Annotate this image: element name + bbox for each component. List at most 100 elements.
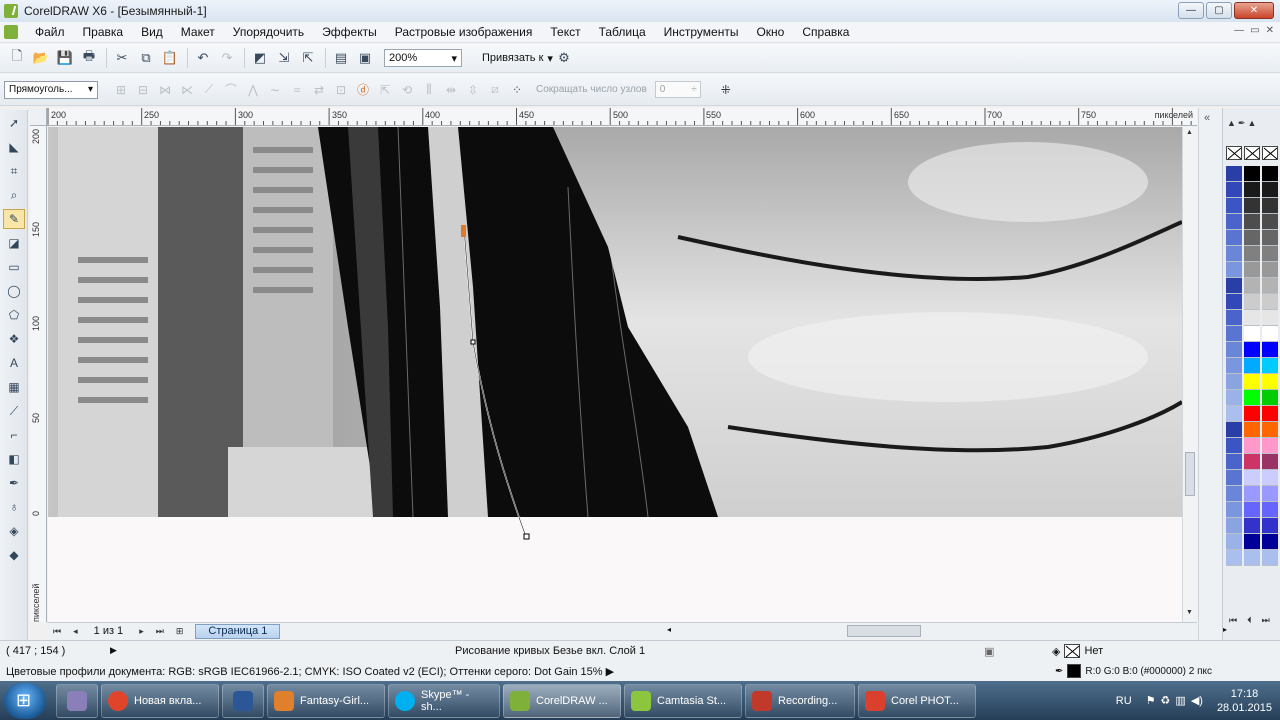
color-swatch[interactable]	[1226, 390, 1242, 406]
ruler-origin[interactable]	[30, 108, 47, 126]
taskbar-pinned-app[interactable]	[56, 683, 98, 718]
tray-network-icon[interactable]: ▥	[1175, 694, 1185, 707]
color-profiles-info[interactable]: Цветовые профили документа: RGB: sRGB IE…	[6, 665, 614, 678]
curve-node[interactable]	[470, 339, 476, 345]
menu-view[interactable]: Вид	[132, 25, 172, 39]
color-swatch[interactable]	[1244, 342, 1260, 358]
doc-restore-button[interactable]: ▭	[1250, 25, 1259, 36]
color-swatch[interactable]	[1244, 470, 1260, 486]
delete-node-icon[interactable]: ⊟	[132, 83, 154, 97]
color-swatch[interactable]	[1244, 310, 1260, 326]
color-swatch[interactable]	[1262, 486, 1278, 502]
basic-shapes-tool-icon[interactable]: ❖	[3, 329, 25, 349]
import-icon[interactable]: ⇲	[273, 47, 295, 69]
vertical-ruler[interactable]: 200 150 100 50 0 пикселей	[30, 126, 47, 622]
color-swatch[interactable]	[1226, 310, 1242, 326]
color-swatch[interactable]	[1244, 198, 1260, 214]
table-tool-icon[interactable]: ▦	[3, 377, 25, 397]
taskbar-app[interactable]: Recording...	[745, 683, 855, 718]
palette-first-icon[interactable]: ⏮	[1229, 615, 1237, 626]
scroll-left-icon[interactable]: ◂	[667, 625, 671, 634]
open-icon[interactable]: 📂	[30, 47, 52, 69]
break-curve-icon[interactable]: ⋉	[176, 83, 198, 97]
tray-flag-icon[interactable]: ⚑	[1146, 694, 1156, 707]
menu-table[interactable]: Таблица	[590, 25, 655, 39]
menu-text[interactable]: Текст	[541, 25, 589, 39]
color-swatch[interactable]	[1226, 262, 1242, 278]
zoom-tool-icon[interactable]: ⌕	[3, 185, 25, 205]
color-swatch[interactable]	[1262, 246, 1278, 262]
color-swatch[interactable]	[1262, 198, 1278, 214]
doc-minimize-button[interactable]: —	[1234, 25, 1244, 36]
color-swatch[interactable]	[1262, 278, 1278, 294]
color-swatch[interactable]	[1244, 486, 1260, 502]
palette-options-icon[interactable]: ▲	[1247, 118, 1256, 129]
color-swatch[interactable]	[1262, 454, 1278, 470]
color-swatch[interactable]	[1262, 294, 1278, 310]
color-swatch[interactable]	[1244, 534, 1260, 550]
expand-docker-icon[interactable]: «	[1204, 112, 1210, 124]
color-swatch[interactable]	[1262, 310, 1278, 326]
color-swatch[interactable]	[1244, 374, 1260, 390]
cusp-node-icon[interactable]: ⋀	[242, 83, 264, 97]
text-tool-icon[interactable]: A	[3, 353, 25, 373]
no-color-swatch[interactable]	[1262, 146, 1278, 160]
vertical-scrollbar[interactable]: ▲ ▼	[1182, 127, 1197, 622]
color-swatch[interactable]	[1244, 326, 1260, 342]
ellipse-tool-icon[interactable]: ◯	[3, 281, 25, 301]
close-button[interactable]: ✕	[1234, 2, 1274, 19]
reduce-nodes-input[interactable]: 0 ÷	[654, 81, 701, 98]
document-menu-icon[interactable]	[4, 25, 18, 39]
cut-icon[interactable]: ✂	[111, 47, 133, 69]
doc-close-button[interactable]: ✕	[1266, 25, 1274, 36]
color-swatch[interactable]	[1262, 406, 1278, 422]
taskbar-app[interactable]: Corel PHOT...	[858, 683, 976, 718]
copy-icon[interactable]: ⧉	[135, 47, 157, 69]
taskbar-pinned-app[interactable]	[222, 683, 264, 718]
menu-edit[interactable]: Правка	[74, 25, 133, 39]
symmetric-node-icon[interactable]: ≈	[286, 83, 308, 97]
elastic-mode-icon[interactable]: ⧄	[484, 82, 506, 97]
tray-recycle-icon[interactable]: ♻	[1161, 694, 1171, 707]
smooth-node-icon[interactable]: ∼	[264, 83, 286, 97]
paste-icon[interactable]: 📋	[159, 47, 181, 69]
color-swatch[interactable]	[1262, 358, 1278, 374]
color-swatch[interactable]	[1226, 246, 1242, 262]
color-swatch[interactable]	[1244, 166, 1260, 182]
color-swatch[interactable]	[1262, 342, 1278, 358]
taskbar-app[interactable]: Fantasy-Girl...	[267, 683, 385, 718]
menu-file[interactable]: Файл	[26, 25, 74, 39]
coords-expand-icon[interactable]: ▶	[110, 645, 117, 656]
page-tab[interactable]: Страница 1	[195, 623, 281, 639]
color-swatch[interactable]	[1244, 502, 1260, 518]
align-nodes-icon[interactable]: ⫼	[418, 82, 440, 97]
extend-curve-icon[interactable]: ⊡	[330, 83, 352, 97]
color-swatch[interactable]	[1244, 262, 1260, 278]
taskbar-app[interactable]: Новая вкла...	[101, 683, 219, 718]
color-swatch[interactable]	[1244, 246, 1260, 262]
no-color-swatch[interactable]	[1226, 146, 1242, 160]
last-page-icon[interactable]: ⏭	[156, 626, 164, 637]
color-swatch[interactable]	[1226, 502, 1242, 518]
previous-page-icon[interactable]: ◂	[73, 626, 78, 637]
color-swatch[interactable]	[1262, 550, 1278, 566]
color-swatch[interactable]	[1226, 550, 1242, 566]
color-swatch[interactable]	[1244, 454, 1260, 470]
color-swatch[interactable]	[1244, 294, 1260, 310]
print-icon[interactable]: 🖶	[78, 47, 100, 69]
palette-eyedropper-icon[interactable]: ✒	[1238, 118, 1246, 129]
options-icon[interactable]: ⚙	[553, 47, 575, 69]
color-swatch[interactable]	[1226, 454, 1242, 470]
fill-tool-icon[interactable]: ◈	[3, 521, 25, 541]
first-page-icon[interactable]: ⏮	[53, 626, 61, 637]
color-swatch[interactable]	[1244, 518, 1260, 534]
drawing-canvas[interactable]	[48, 127, 1182, 622]
extract-subpath-icon[interactable]: ⓓ	[352, 81, 374, 98]
connector-tool-icon[interactable]: ⌐	[3, 425, 25, 445]
menu-layout[interactable]: Макет	[172, 25, 224, 39]
pick-tool-icon[interactable]: ➚	[3, 113, 25, 133]
color-swatch[interactable]	[1226, 326, 1242, 342]
selection-mode-icon[interactable]: ⁜	[715, 83, 737, 97]
interactive-effects-icon[interactable]: ◧	[3, 449, 25, 469]
menu-tools[interactable]: Инструменты	[655, 25, 748, 39]
